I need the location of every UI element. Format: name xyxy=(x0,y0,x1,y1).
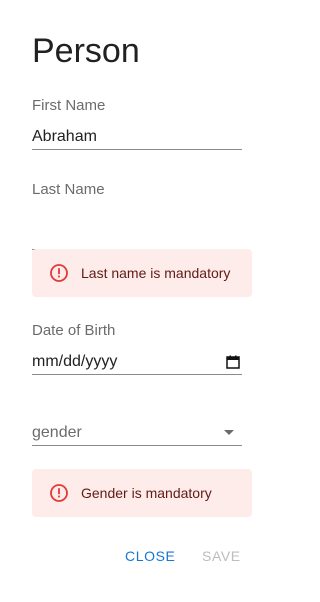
dob-value: mm/dd/yyyy xyxy=(32,352,118,370)
last-name-label: Last Name xyxy=(32,181,105,198)
last-name-field: Last Name xyxy=(32,181,242,250)
gender-error-alert: Gender is mandatory xyxy=(32,469,252,517)
chevron-down-icon xyxy=(224,430,234,435)
first-name-label: First Name xyxy=(32,97,106,114)
dialog-title: Person xyxy=(32,32,140,70)
dob-label: Date of Birth xyxy=(32,322,116,339)
last-name-error-alert: Last name is mandatory xyxy=(32,249,252,297)
first-name-field: First Name xyxy=(32,97,242,150)
dob-field: Date of Birth mm/dd/yyyy xyxy=(32,322,242,375)
save-button[interactable]: SAVE xyxy=(202,546,241,566)
gender-placeholder: gender xyxy=(32,423,82,441)
last-name-input[interactable] xyxy=(32,224,242,250)
gender-select[interactable]: gender xyxy=(32,420,242,446)
error-icon xyxy=(50,264,68,282)
error-icon xyxy=(50,484,68,502)
last-name-error-text: Last name is mandatory xyxy=(81,265,231,281)
dob-input[interactable]: mm/dd/yyyy xyxy=(32,349,242,375)
close-button[interactable]: CLOSE xyxy=(125,546,175,566)
gender-error-text: Gender is mandatory xyxy=(81,485,212,501)
first-name-input[interactable] xyxy=(32,124,242,150)
calendar-icon[interactable] xyxy=(226,355,240,369)
person-dialog: Person First Name Last Name Last name is… xyxy=(0,0,284,602)
gender-field: gender xyxy=(32,420,242,446)
